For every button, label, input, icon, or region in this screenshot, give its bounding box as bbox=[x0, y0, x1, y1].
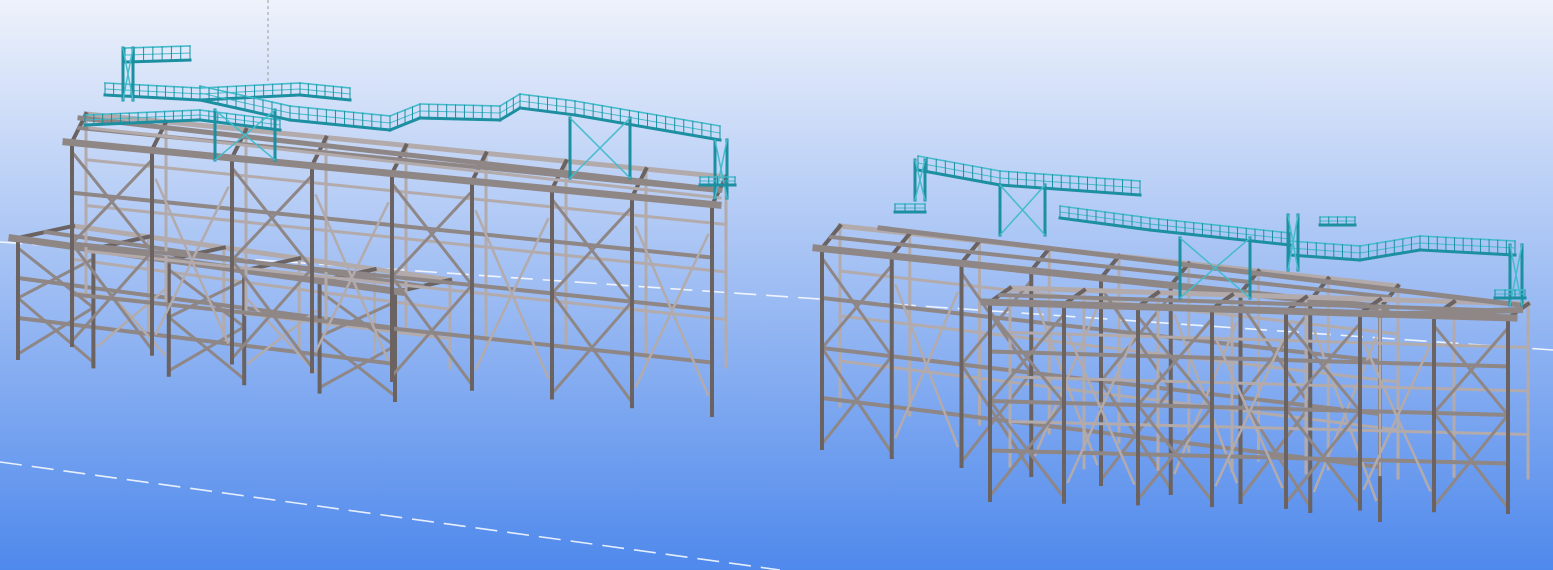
3d-model-viewport[interactable] bbox=[0, 0, 1553, 570]
walkway-deck bbox=[418, 116, 502, 122]
model-canvas[interactable] bbox=[0, 0, 1553, 570]
